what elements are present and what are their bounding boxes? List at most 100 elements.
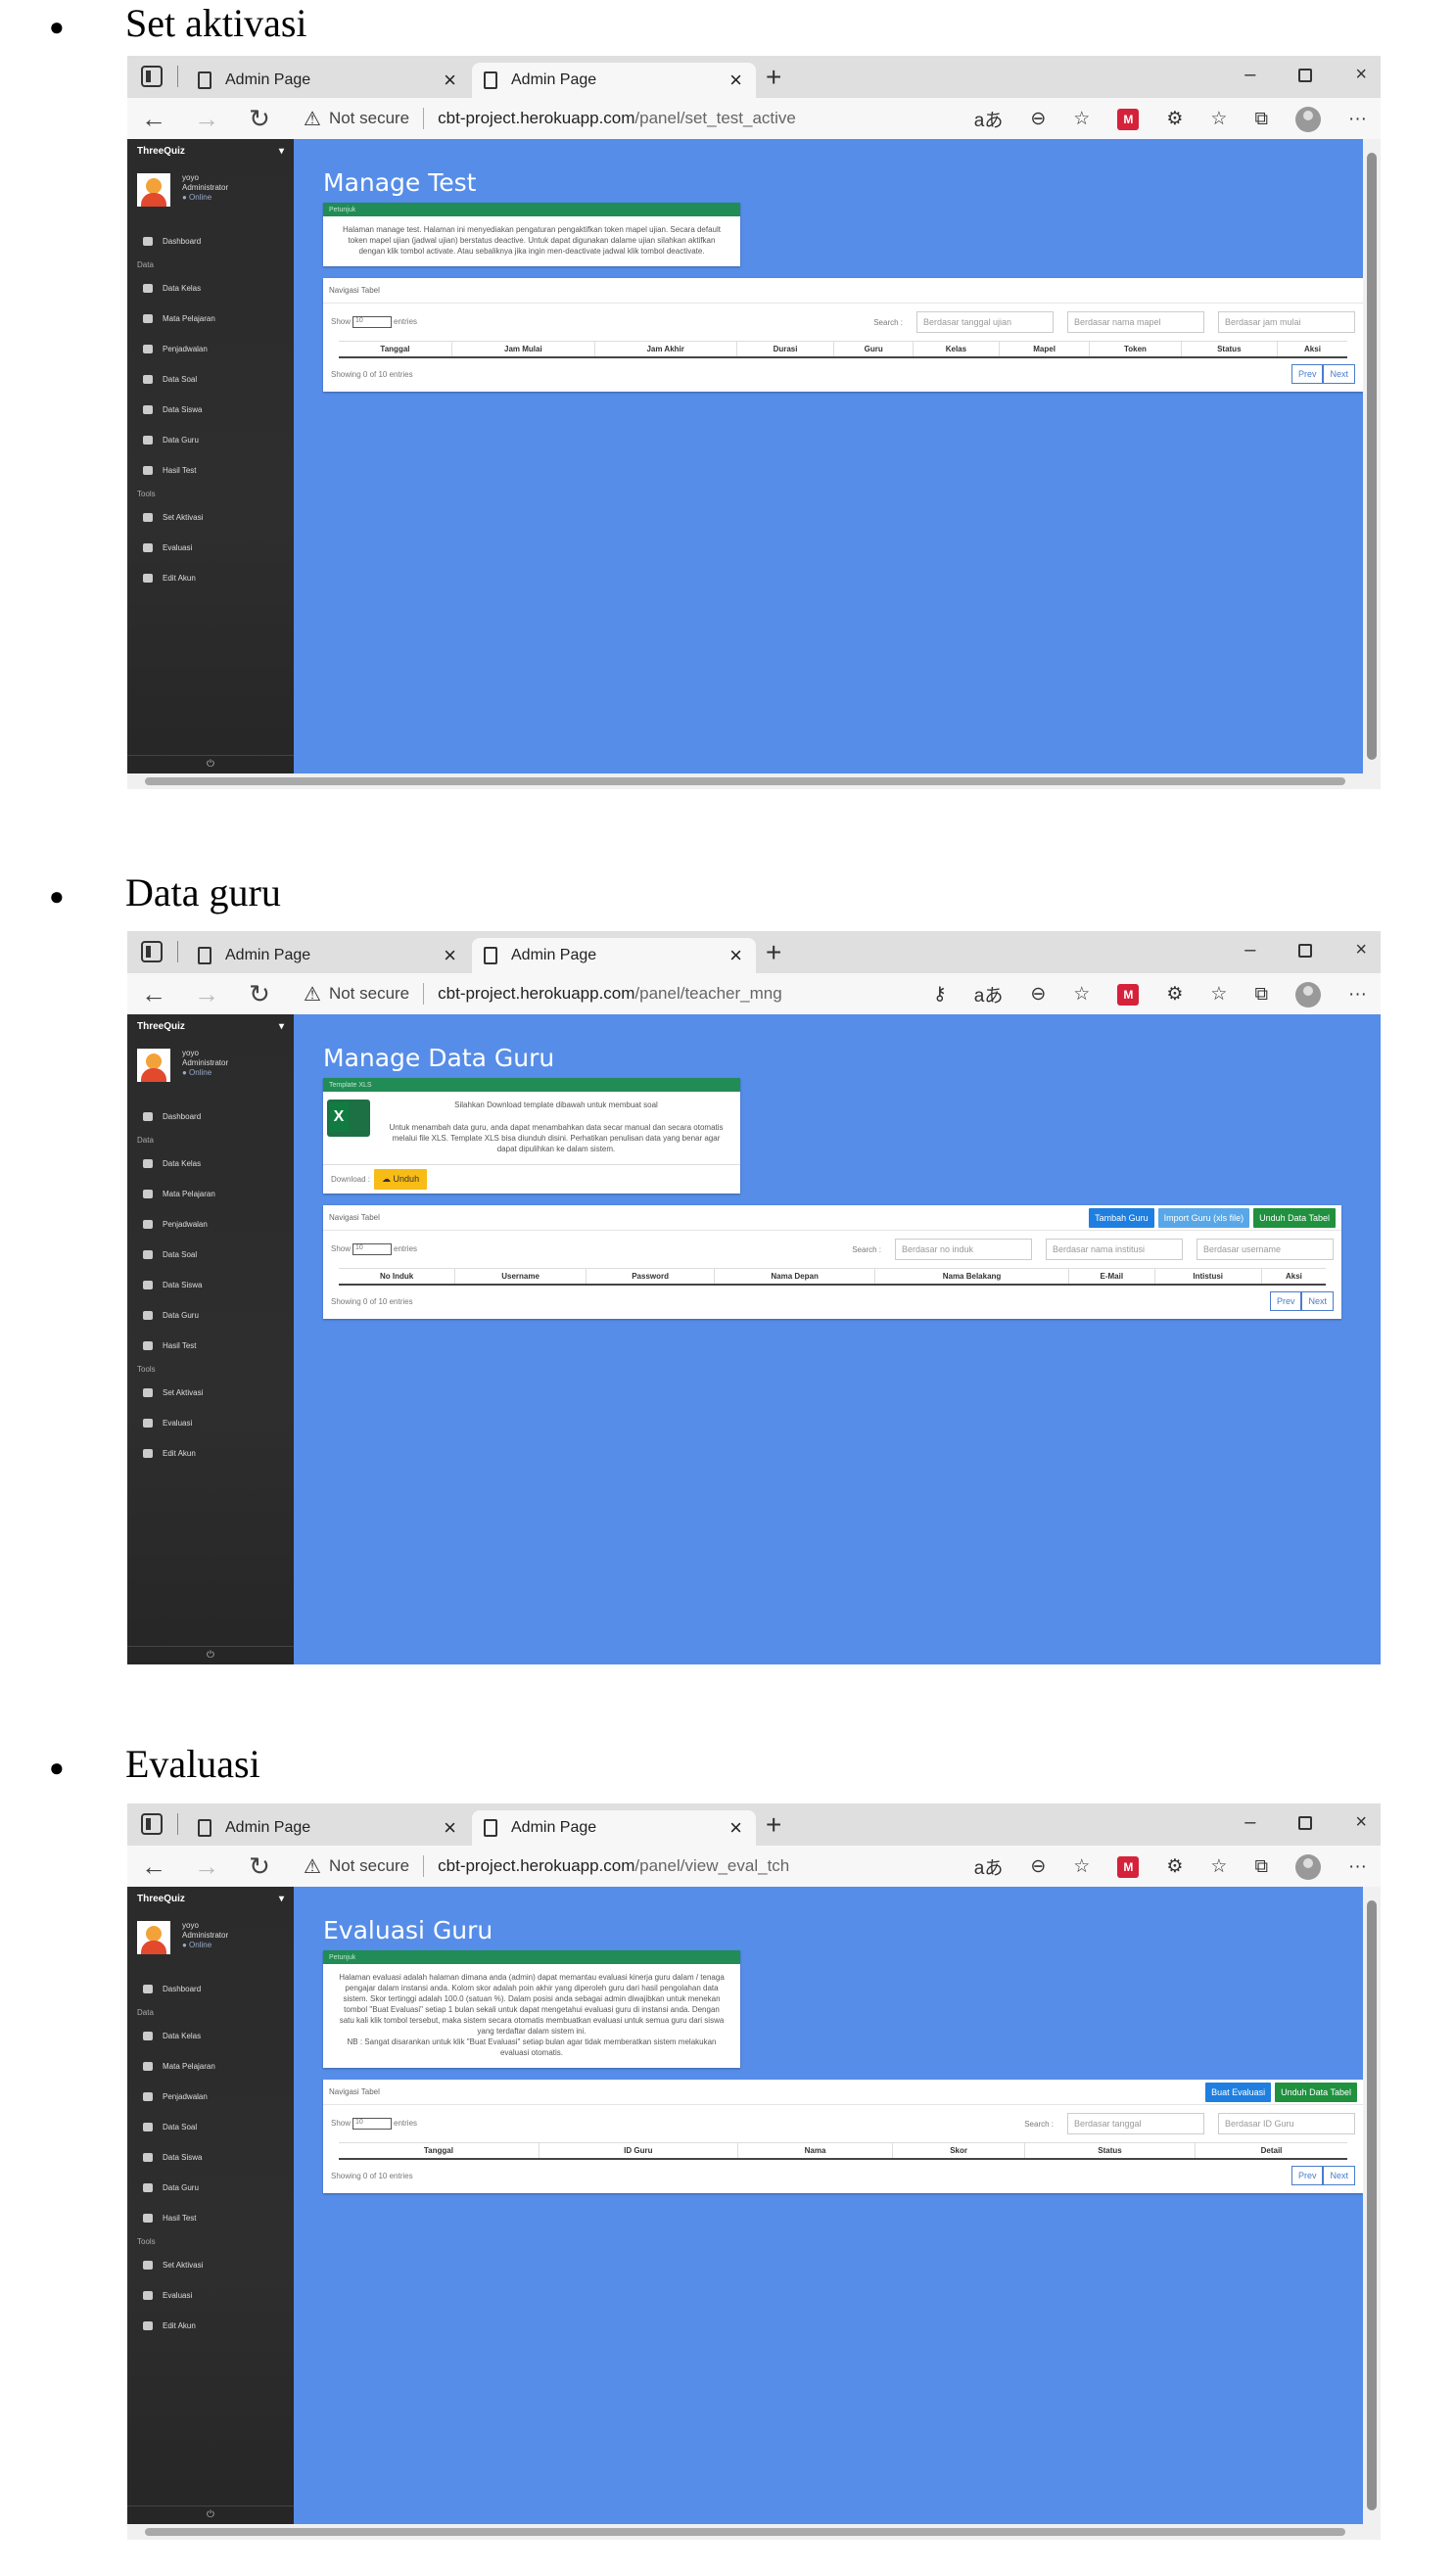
new-tab-icon[interactable]: +	[766, 937, 781, 968]
close-tab-icon[interactable]: ×	[444, 68, 456, 93]
entries-select[interactable]: 10	[352, 2118, 393, 2130]
column-header[interactable]: Nama Depan	[714, 1268, 875, 1286]
column-header[interactable]: Detail	[1195, 2142, 1347, 2160]
extensions-icon[interactable]: ⚙	[1166, 1855, 1183, 1878]
column-header[interactable]: Status	[1023, 2142, 1196, 2160]
pin-icon[interactable]: ▾	[279, 1894, 284, 1904]
horizontal-scrollbar[interactable]	[127, 2524, 1381, 2540]
close-tab-icon[interactable]: ×	[729, 1815, 742, 1841]
column-header[interactable]: Aksi	[1260, 1268, 1326, 1286]
warning-icon[interactable]: ⚠	[304, 1854, 321, 1879]
sidebar-item-data-siswa[interactable]: Data Siswa	[127, 395, 294, 425]
column-header[interactable]: Nama	[736, 2142, 893, 2160]
favorites-icon[interactable]: ☆	[1210, 108, 1227, 130]
sidebar-item-evaluasi[interactable]: Evaluasi	[127, 2280, 294, 2311]
column-header[interactable]: Password	[586, 1268, 715, 1286]
new-tab-icon[interactable]: +	[766, 1809, 781, 1841]
tab-actions-icon[interactable]	[141, 66, 163, 87]
column-header[interactable]: Token	[1089, 341, 1182, 358]
entries-select[interactable]: 10	[352, 316, 393, 328]
sidebar-item-set-aktivasi[interactable]: Set Aktivasi	[127, 2250, 294, 2280]
back-icon[interactable]: ←	[127, 1851, 180, 1882]
forward-icon[interactable]: →	[180, 1851, 233, 1882]
entries-select[interactable]: 10	[352, 1243, 393, 1255]
collections-icon[interactable]: ⧉	[1254, 1856, 1268, 1878]
more-icon[interactable]: ···	[1348, 1856, 1367, 1878]
sidebar-item-edit-akun[interactable]: Edit Akun	[127, 2311, 294, 2341]
column-header[interactable]: Tanggal	[339, 341, 452, 358]
extensions-icon[interactable]: ⚙	[1166, 108, 1183, 130]
sidebar-item-data-guru[interactable]: Data Guru	[127, 2173, 294, 2203]
extension-icon[interactable]: M	[1117, 1855, 1140, 1878]
collections-icon[interactable]: ⧉	[1254, 109, 1268, 130]
favorites-icon[interactable]: ☆	[1210, 983, 1227, 1006]
unduh-button[interactable]: ☁ Unduh	[374, 1169, 428, 1190]
close-window-icon[interactable]: ×	[1355, 1811, 1367, 1834]
sidebar-item-dashboard[interactable]: Dashboard	[127, 1974, 294, 2004]
sidebar-item-edit-akun[interactable]: Edit Akun	[127, 563, 294, 593]
extension-icon[interactable]: M	[1117, 108, 1140, 130]
read-aloud-icon[interactable]: aあ	[974, 981, 1004, 1007]
buat-evaluasi-button[interactable]: Buat Evaluasi	[1205, 2082, 1272, 2102]
column-header[interactable]: Jam Akhir	[593, 341, 737, 358]
tab-admin-page[interactable]: Admin Page ×	[186, 938, 470, 973]
not-secure-label[interactable]: Not secure	[329, 1856, 409, 1876]
back-icon[interactable]: ←	[127, 979, 180, 1009]
filter-username-input[interactable]: Berdasar username	[1197, 1239, 1334, 1260]
warning-icon[interactable]: ⚠	[304, 982, 321, 1007]
column-header[interactable]: No Induk	[339, 1268, 455, 1286]
tab-actions-icon[interactable]	[141, 941, 163, 962]
forward-icon[interactable]: →	[180, 104, 233, 134]
close-tab-icon[interactable]: ×	[444, 1815, 456, 1841]
profile-icon[interactable]	[1295, 981, 1322, 1007]
sidebar-item-penjadwalan[interactable]: Penjadwalan	[127, 1209, 294, 1240]
sidebar-item-penjadwalan[interactable]: Penjadwalan	[127, 334, 294, 364]
column-header[interactable]: Tanggal	[339, 2142, 540, 2160]
close-window-icon[interactable]: ×	[1355, 64, 1367, 86]
power-icon[interactable]: ⏻	[127, 1646, 294, 1661]
url-field[interactable]: cbt-project.herokuapp.com/panel/set_test…	[438, 109, 796, 128]
filter-mapel-input[interactable]: Berdasar nama mapel	[1067, 311, 1204, 333]
sidebar-item-evaluasi[interactable]: Evaluasi	[127, 1408, 294, 1438]
tambah-guru-button[interactable]: Tambah Guru	[1089, 1207, 1154, 1228]
sidebar-item-mata-pelajaran[interactable]: Mata Pelajaran	[127, 1179, 294, 1209]
not-secure-label[interactable]: Not secure	[329, 984, 409, 1004]
more-icon[interactable]: ···	[1348, 109, 1367, 130]
profile-icon[interactable]	[1295, 1853, 1322, 1880]
column-header[interactable]: Jam Mulai	[450, 341, 595, 358]
next-button[interactable]: Next	[1323, 364, 1355, 384]
filter-institusi-input[interactable]: Berdasar nama institusi	[1046, 1239, 1183, 1260]
close-window-icon[interactable]: ×	[1355, 939, 1367, 961]
extensions-icon[interactable]: ⚙	[1166, 983, 1183, 1006]
reload-icon[interactable]: ↻	[233, 1851, 286, 1882]
zoom-icon[interactable]: ⊖	[1030, 108, 1046, 130]
horizontal-scrollbar[interactable]	[127, 773, 1381, 789]
tab-admin-page-active[interactable]: Admin Page ×	[472, 63, 756, 98]
url-field[interactable]: cbt-project.herokuapp.com/panel/teacher_…	[438, 984, 782, 1004]
url-field[interactable]: cbt-project.herokuapp.com/panel/view_eva…	[438, 1856, 789, 1876]
close-tab-icon[interactable]: ×	[729, 943, 742, 968]
sidebar-item-data-soal[interactable]: Data Soal	[127, 1240, 294, 1270]
pin-icon[interactable]: ▾	[279, 1021, 284, 1032]
column-header[interactable]: Skor	[892, 2142, 1025, 2160]
pin-icon[interactable]: ▾	[279, 146, 284, 157]
sidebar-item-data-kelas[interactable]: Data Kelas	[127, 273, 294, 304]
sidebar-item-hasil-test[interactable]: Hasil Test	[127, 1331, 294, 1361]
column-header[interactable]: ID Guru	[538, 2142, 738, 2160]
filter-id-guru-input[interactable]: Berdasar ID Guru	[1218, 2113, 1355, 2134]
unduh-data-tabel-button[interactable]: Unduh Data Tabel	[1275, 2082, 1357, 2102]
sidebar-item-evaluasi[interactable]: Evaluasi	[127, 533, 294, 563]
sidebar-item-mata-pelajaran[interactable]: Mata Pelajaran	[127, 2051, 294, 2082]
minimize-icon[interactable]: –	[1244, 939, 1255, 961]
more-icon[interactable]: ···	[1348, 984, 1367, 1006]
maximize-icon[interactable]	[1298, 944, 1313, 958]
sidebar-item-set-aktivasi[interactable]: Set Aktivasi	[127, 1378, 294, 1408]
column-header[interactable]: Durasi	[735, 341, 834, 358]
minimize-icon[interactable]: –	[1244, 1811, 1255, 1834]
tab-admin-page[interactable]: Admin Page ×	[186, 63, 470, 98]
column-header[interactable]: Status	[1180, 341, 1278, 358]
sidebar-item-data-kelas[interactable]: Data Kelas	[127, 1148, 294, 1179]
zoom-icon[interactable]: ⊖	[1030, 983, 1046, 1006]
maximize-icon[interactable]	[1298, 1816, 1313, 1830]
filter-induk-input[interactable]: Berdasar no induk	[895, 1239, 1032, 1260]
